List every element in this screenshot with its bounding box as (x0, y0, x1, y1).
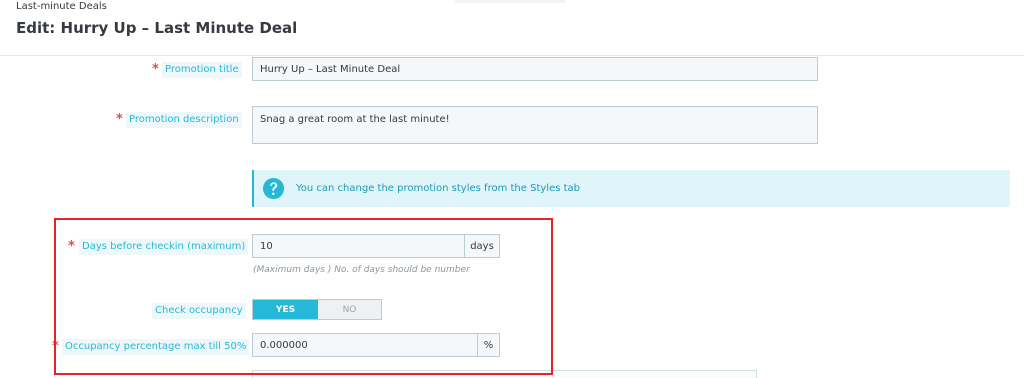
promotion-title-input[interactable]: Hurry Up – Last Minute Deal (252, 57, 818, 81)
required-asterisk: * (152, 62, 159, 77)
promotion-description-value: Snag a great room at the last minute! (260, 114, 450, 125)
promotion-description-textarea[interactable]: Snag a great room at the last minute! (252, 106, 818, 144)
promotion-title-value: Hurry Up – Last Minute Deal (260, 63, 401, 75)
promotion-description-label: Promotion description (126, 112, 242, 128)
header-divider (455, 0, 565, 3)
breadcrumb[interactable]: Last-minute Deals (16, 1, 107, 12)
question-circle-icon (262, 177, 285, 200)
page-title: Edit: Hurry Up – Last Minute Deal (16, 19, 298, 37)
page-header: Last-minute Deals Edit: Hurry Up – Last … (0, 0, 1024, 56)
info-text: You can change the promotion styles from… (296, 183, 581, 194)
styles-tab-link[interactable]: Styles tab (530, 183, 580, 194)
info-alert: You can change the promotion styles from… (252, 170, 1010, 207)
required-asterisk: * (116, 112, 123, 127)
highlight-box (54, 218, 553, 375)
promotion-title-label: Promotion title (162, 62, 242, 78)
